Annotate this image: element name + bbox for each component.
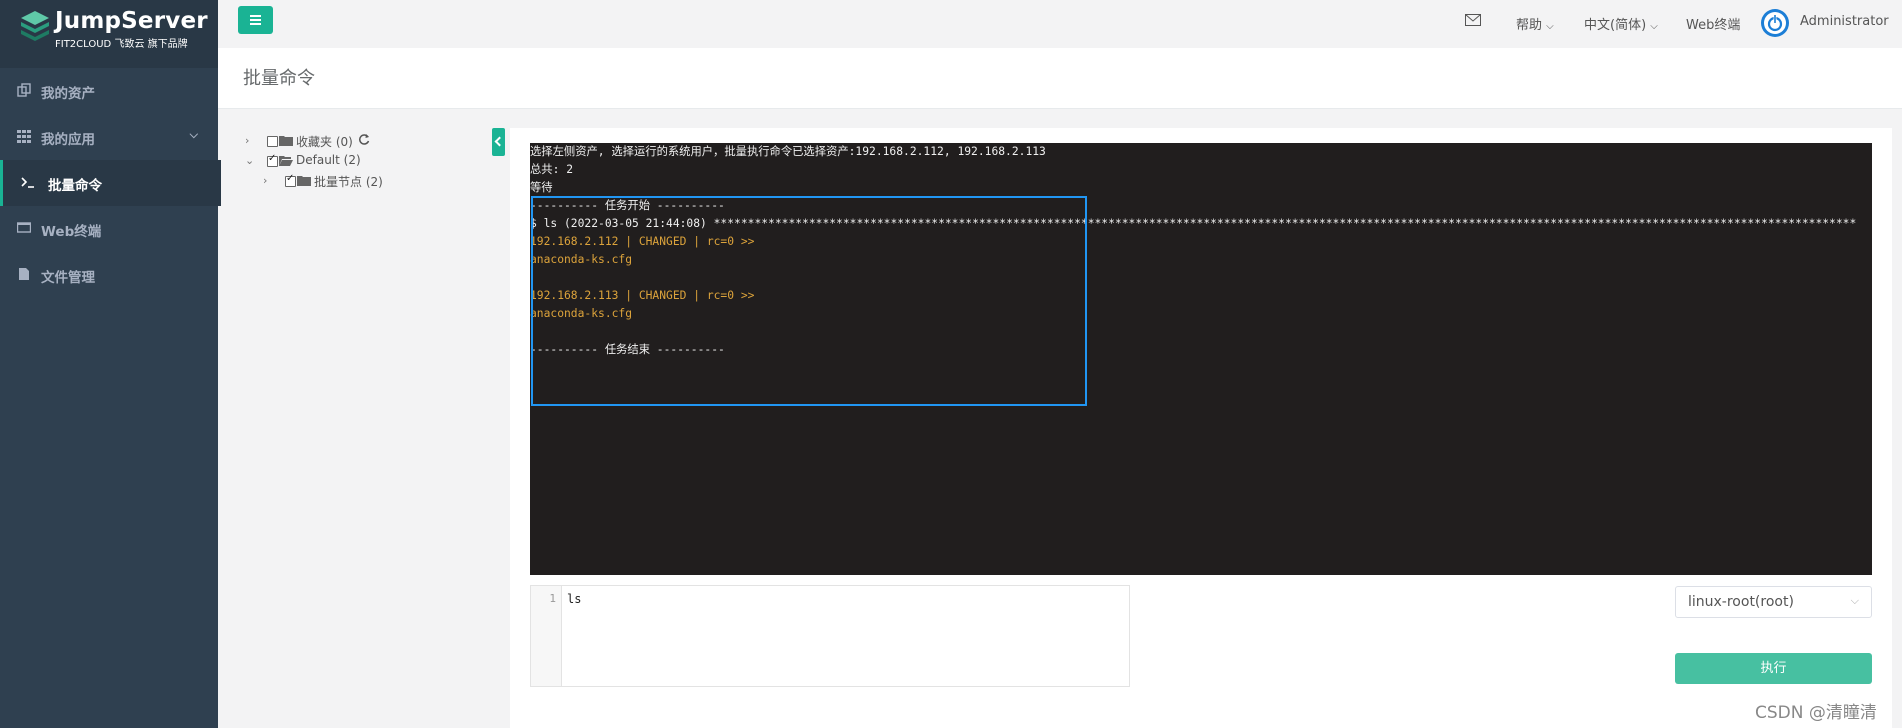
tree-node-label: 批量节点 (2) (314, 175, 383, 189)
collapse-tree-button[interactable] (492, 128, 505, 156)
chevron-down-icon: ⌵ (1850, 594, 1859, 607)
chevron-down-icon[interactable]: ⌄ (245, 154, 254, 167)
help-menu[interactable]: 帮助 ⌵ (1516, 14, 1554, 33)
avatar[interactable] (1761, 9, 1789, 37)
power-icon (1764, 12, 1786, 34)
sidebar-item-label: 我的应用 (41, 132, 95, 148)
chevron-down-icon: ⌵ (1650, 21, 1658, 32)
execute-button[interactable]: 执行 (1675, 653, 1872, 684)
tree-checkbox[interactable] (267, 153, 278, 167)
watermark: CSDN @清瞳清 (1755, 703, 1877, 723)
folder-icon (297, 176, 311, 186)
file-icon (19, 268, 29, 280)
apps-grid-icon (17, 130, 31, 143)
sidebar-item-label: 文件管理 (41, 270, 95, 286)
system-user-value: linux-root(root) (1688, 594, 1794, 610)
brand-name: JumpServer (55, 8, 208, 34)
highlight-annotation (531, 196, 1087, 406)
sidebar-item-batch-command[interactable]: 批量命令 (0, 160, 221, 206)
tree-node-label: Default (2) (296, 153, 361, 167)
web-terminal-link[interactable]: Web终端 (1686, 14, 1740, 33)
sidebar-item-my-apps[interactable]: 我的应用 ⌵ (0, 114, 218, 160)
help-label: 帮助 (1516, 18, 1543, 33)
language-menu[interactable]: 中文(简体) ⌵ (1584, 14, 1658, 33)
terminal-line: 等待 (530, 181, 553, 194)
line-number: 1 (549, 592, 556, 605)
command-input[interactable]: ls (567, 592, 581, 606)
mail-icon[interactable] (1465, 14, 1481, 26)
monitor-icon (17, 222, 31, 233)
tree-checkbox[interactable] (267, 136, 278, 147)
tree-node-label: 收藏夹 (0) (296, 135, 353, 149)
tree-checkbox[interactable] (285, 173, 296, 187)
page-title: 批量命令 (243, 68, 315, 89)
system-user-select[interactable]: linux-root(root) ⌵ (1675, 586, 1872, 618)
sidebar-item-label: Web终端 (41, 224, 102, 240)
jumpserver-logo-icon (21, 11, 49, 41)
sidebar-item-web-terminal[interactable]: Web终端 (0, 206, 218, 252)
tree-node-default[interactable]: ⌄ Default (2) (245, 153, 445, 171)
assets-icon (17, 83, 31, 97)
refresh-icon[interactable] (358, 133, 370, 145)
sidebar-item-file-manager[interactable]: 文件管理 (0, 252, 218, 298)
terminal-line: 总共: 2 (530, 163, 573, 176)
sidebar-item-my-assets[interactable]: 我的资产 (0, 68, 218, 114)
page-header: 批量命令 (218, 48, 1902, 109)
chevron-down-icon: ⌵ (189, 128, 198, 141)
chevron-down-icon: ⌵ (1546, 21, 1554, 32)
logo[interactable]: JumpServer FIT2CLOUD 飞致云 旗下品牌 (0, 0, 218, 68)
folder-open-icon (279, 156, 293, 166)
command-editor[interactable]: 1 ls (530, 585, 1130, 687)
terminal-prompt-icon (21, 177, 34, 188)
chevron-right-icon[interactable]: › (263, 174, 267, 187)
menu-toggle-button[interactable] (238, 6, 273, 34)
terminal-line: 选择左侧资产, 选择运行的系统用户，批量执行命令已选择资产:192.168.2.… (530, 145, 1046, 158)
sidebar-item-label: 我的资产 (41, 86, 95, 102)
brand-subtitle: FIT2CLOUD 飞致云 旗下品牌 (55, 39, 188, 50)
editor-gutter: 1 (531, 586, 562, 686)
folder-icon (279, 136, 293, 146)
language-label: 中文(简体) (1584, 18, 1647, 33)
top-navbar: 帮助 ⌵ 中文(简体) ⌵ Web终端 Administrator (218, 0, 1902, 48)
chevron-right-icon[interactable]: › (245, 134, 249, 147)
tree-node-favorites[interactable]: › 收藏夹 (0) (245, 133, 445, 151)
user-menu[interactable]: Administrator (1800, 14, 1889, 29)
sidebar: JumpServer FIT2CLOUD 飞致云 旗下品牌 我的资产 我的应用 … (0, 0, 221, 728)
tree-node-batch[interactable]: › 批量节点 (2) (263, 173, 463, 191)
sidebar-item-label: 批量命令 (48, 178, 102, 194)
